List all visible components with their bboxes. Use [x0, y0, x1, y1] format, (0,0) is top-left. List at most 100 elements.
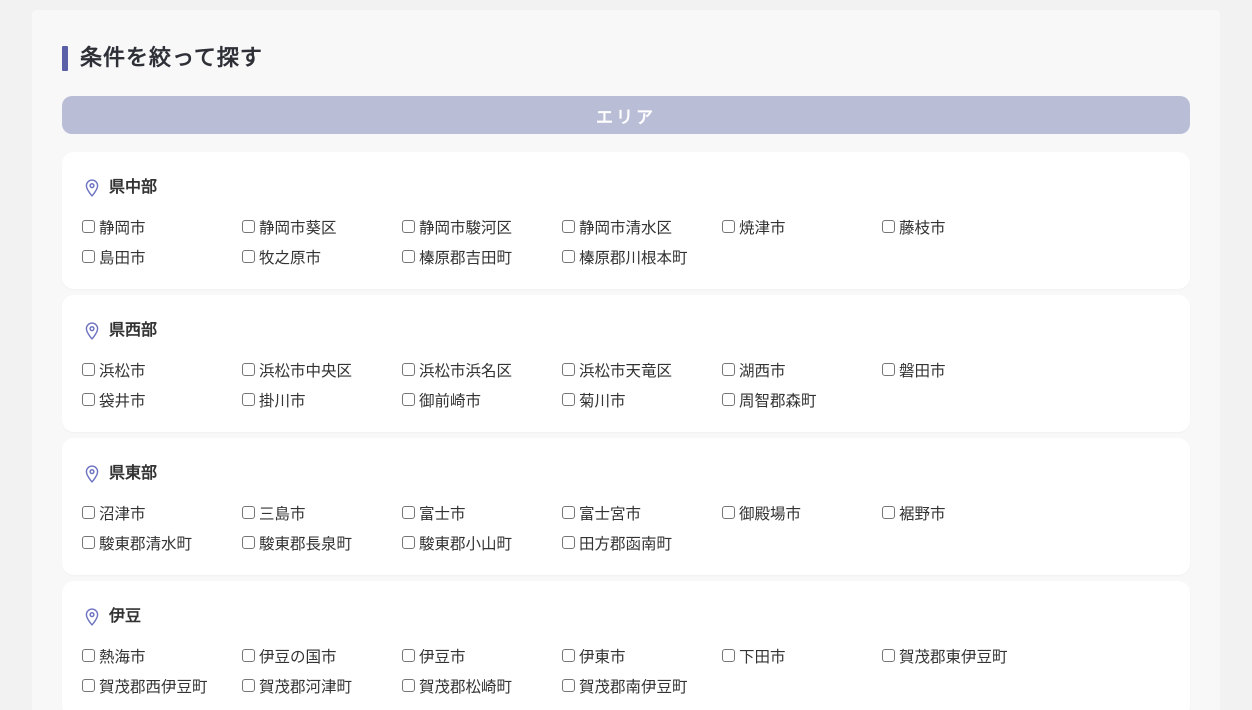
area-section-card: 伊豆熱海市伊豆の国市伊豆市伊東市下田市賀茂郡東伊豆町賀茂郡西伊豆町賀茂郡河津町賀… [62, 581, 1190, 710]
checkbox[interactable] [242, 506, 255, 519]
checkbox[interactable] [82, 363, 95, 376]
municipality-checkbox-item[interactable]: 浜松市 [82, 359, 242, 380]
municipality-checkbox-item[interactable]: 駿東郡清水町 [82, 532, 242, 553]
checkbox[interactable] [82, 649, 95, 662]
checkbox[interactable] [242, 363, 255, 376]
checkbox[interactable] [82, 506, 95, 519]
municipality-checkbox-item[interactable]: 袋井市 [82, 389, 242, 410]
municipality-checkbox-item[interactable]: 湖西市 [722, 359, 882, 380]
municipality-checkbox-item[interactable]: 磐田市 [882, 359, 1042, 380]
municipality-checkbox-item[interactable]: 賀茂郡東伊豆町 [882, 645, 1042, 666]
municipality-checkbox-item[interactable]: 伊豆市 [402, 645, 562, 666]
area-banner[interactable]: エリア [62, 96, 1190, 134]
municipality-checkbox-label: 御殿場市 [739, 502, 801, 524]
municipality-checkbox-item[interactable]: 静岡市清水区 [562, 216, 722, 237]
municipality-checkbox-item[interactable]: 富士宮市 [562, 502, 722, 523]
municipality-checkbox-item[interactable]: 御殿場市 [722, 502, 882, 523]
checkbox[interactable] [402, 393, 415, 406]
municipality-checkbox-item[interactable]: 賀茂郡南伊豆町 [562, 675, 722, 696]
area-banner-label: エリア [596, 103, 656, 128]
checkbox[interactable] [402, 220, 415, 233]
municipality-checkbox-item[interactable]: 浜松市中央区 [242, 359, 402, 380]
checkbox[interactable] [562, 536, 575, 549]
municipality-checkbox-item[interactable]: 沼津市 [82, 502, 242, 523]
municipality-checkbox-item[interactable]: 駿東郡小山町 [402, 532, 562, 553]
checkbox[interactable] [242, 679, 255, 692]
checkbox[interactable] [242, 220, 255, 233]
checkbox[interactable] [722, 363, 735, 376]
checkbox[interactable] [402, 536, 415, 549]
municipality-checkbox-item[interactable]: 伊東市 [562, 645, 722, 666]
municipality-checkbox-item[interactable]: 賀茂郡河津町 [242, 675, 402, 696]
municipality-checkbox-item[interactable]: 賀茂郡松崎町 [402, 675, 562, 696]
municipality-checkbox-label: 賀茂郡松崎町 [419, 675, 512, 697]
municipality-checkbox-item[interactable]: 浜松市浜名区 [402, 359, 562, 380]
checkbox[interactable] [242, 649, 255, 662]
municipality-checkbox-item[interactable]: 焼津市 [722, 216, 882, 237]
municipality-checkbox-label: 袋井市 [99, 389, 146, 411]
checkbox[interactable] [722, 393, 735, 406]
page-title-row: 条件を絞って探す [62, 10, 1190, 72]
municipality-checkbox-label: 静岡市葵区 [259, 216, 337, 238]
municipality-checkbox-item[interactable]: 掛川市 [242, 389, 402, 410]
checkbox[interactable] [242, 393, 255, 406]
checkbox[interactable] [82, 250, 95, 263]
checkbox[interactable] [562, 679, 575, 692]
municipality-checkbox-item[interactable]: 静岡市 [82, 216, 242, 237]
municipality-checkbox-item[interactable]: 田方郡函南町 [562, 532, 722, 553]
checkbox[interactable] [562, 220, 575, 233]
municipality-checkbox-label: 湖西市 [739, 359, 786, 381]
checkbox[interactable] [562, 393, 575, 406]
municipality-checkbox-item[interactable]: 菊川市 [562, 389, 722, 410]
municipality-checkbox-item[interactable]: 駿東郡長泉町 [242, 532, 402, 553]
municipality-checkbox-item[interactable]: 牧之原市 [242, 246, 402, 267]
section-heading: 伊豆 [82, 607, 1170, 627]
municipality-checkbox-item[interactable]: 裾野市 [882, 502, 1042, 523]
location-pin-icon [82, 321, 102, 341]
municipality-checkbox-item[interactable]: 伊豆の国市 [242, 645, 402, 666]
section-heading-label: 伊豆 [109, 607, 141, 627]
checkbox[interactable] [722, 506, 735, 519]
checkbox[interactable] [242, 536, 255, 549]
municipality-checkbox-item[interactable]: 熱海市 [82, 645, 242, 666]
municipality-checkbox-item[interactable]: 下田市 [722, 645, 882, 666]
municipality-checkbox-item[interactable]: 静岡市駿河区 [402, 216, 562, 237]
municipality-checkbox-item[interactable]: 榛原郡吉田町 [402, 246, 562, 267]
municipality-checkbox-item[interactable]: 静岡市葵区 [242, 216, 402, 237]
municipality-checkbox-grid: 静岡市静岡市葵区 静岡市駿河区 静岡市清水区焼津市藤枝市島田市牧之原市榛原郡吉田町榛… [82, 216, 1170, 267]
checkbox[interactable] [882, 506, 895, 519]
municipality-checkbox-item[interactable]: 榛原郡川根本町 [562, 246, 722, 267]
checkbox[interactable] [82, 536, 95, 549]
municipality-checkbox-label: 伊豆市 [419, 645, 466, 667]
municipality-checkbox-item[interactable]: 賀茂郡西伊豆町 [82, 675, 242, 696]
checkbox[interactable] [82, 679, 95, 692]
checkbox[interactable] [562, 649, 575, 662]
municipality-checkbox-item[interactable]: 富士市 [402, 502, 562, 523]
municipality-checkbox-item[interactable]: 周智郡森町 [722, 389, 882, 410]
checkbox[interactable] [402, 506, 415, 519]
area-section-card: 県東部沼津市三島市 富士市富士宮市御殿場市 裾野市駿東郡清水町駿東郡長泉町駿東郡小山… [62, 438, 1190, 575]
checkbox[interactable] [562, 363, 575, 376]
checkbox[interactable] [882, 649, 895, 662]
municipality-checkbox-item[interactable]: 浜松市天竜区 [562, 359, 722, 380]
checkbox[interactable] [562, 250, 575, 263]
checkbox[interactable] [242, 250, 255, 263]
checkbox[interactable] [402, 363, 415, 376]
checkbox[interactable] [882, 220, 895, 233]
checkbox[interactable] [562, 506, 575, 519]
municipality-checkbox-label: 静岡市駿河区 [419, 216, 512, 238]
municipality-checkbox-item[interactable]: 藤枝市 [882, 216, 1042, 237]
municipality-checkbox-label: 三島市 [259, 502, 306, 524]
checkbox[interactable] [82, 393, 95, 406]
municipality-checkbox-item[interactable]: 三島市 [242, 502, 402, 523]
checkbox[interactable] [722, 649, 735, 662]
section-heading-label: 県東部 [109, 464, 157, 484]
checkbox[interactable] [82, 220, 95, 233]
checkbox[interactable] [402, 679, 415, 692]
checkbox[interactable] [722, 220, 735, 233]
checkbox[interactable] [882, 363, 895, 376]
checkbox[interactable] [402, 250, 415, 263]
municipality-checkbox-item[interactable]: 島田市 [82, 246, 242, 267]
municipality-checkbox-item[interactable]: 御前崎市 [402, 389, 562, 410]
checkbox[interactable] [402, 649, 415, 662]
